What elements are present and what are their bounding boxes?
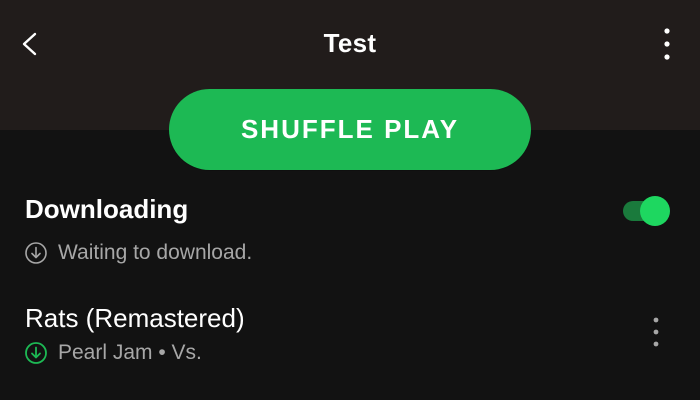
downloading-label: Downloading bbox=[25, 194, 189, 224]
shuffle-play-label: SHUFFLE PLAY bbox=[240, 114, 460, 144]
track-title[interactable]: Rats (Remastered) bbox=[25, 303, 245, 334]
download-circle-icon bbox=[25, 342, 47, 364]
track-artist-album: Pearl Jam • Vs. bbox=[58, 341, 202, 364]
more-vertical-icon bbox=[664, 28, 670, 60]
toggle-knob bbox=[640, 196, 670, 226]
more-options-button[interactable] bbox=[655, 26, 679, 62]
download-status: Waiting to download. bbox=[24, 241, 252, 265]
shuffle-play-button[interactable]: SHUFFLE PLAY bbox=[169, 89, 531, 170]
page-title: Test bbox=[323, 28, 377, 58]
download-status-text: Waiting to download. bbox=[58, 241, 253, 264]
more-vertical-icon bbox=[653, 317, 659, 347]
track-more-button[interactable] bbox=[645, 314, 667, 354]
download-circle-icon bbox=[25, 242, 47, 264]
download-toggle[interactable] bbox=[621, 196, 670, 226]
track-subtitle-row: Pearl Jam • Vs. bbox=[24, 341, 202, 365]
